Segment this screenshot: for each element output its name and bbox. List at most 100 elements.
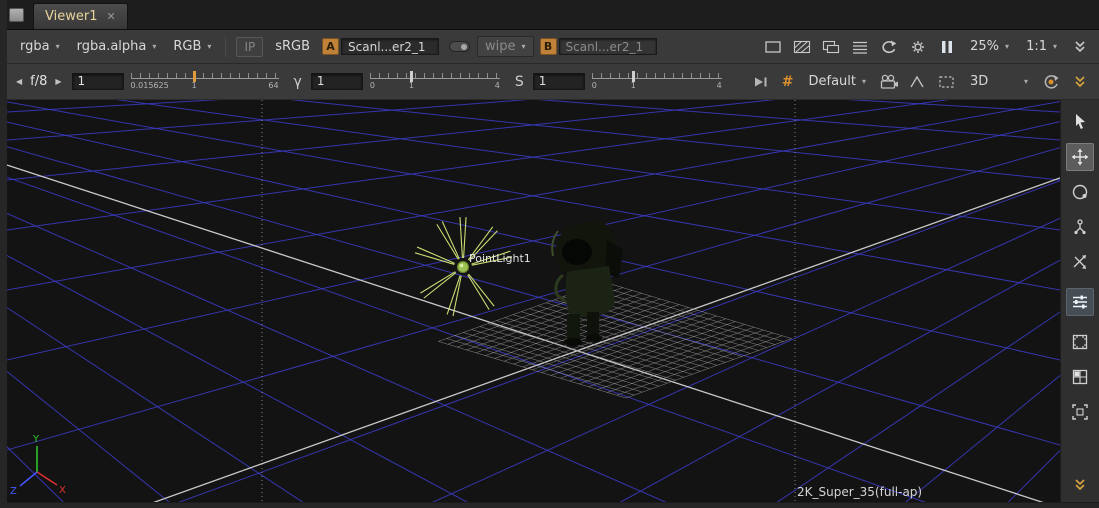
3d-viewport[interactable]: PointLight1 Y — [7, 100, 1060, 502]
curve-icon — [908, 73, 928, 91]
a-input-group: A Scanl...er2_1 — [322, 38, 439, 55]
slider-track — [370, 78, 500, 79]
diagonal-stripes-icon — [792, 38, 812, 56]
slider-track — [592, 78, 722, 79]
viewer-colorspace-button[interactable]: sRGB — [269, 39, 316, 54]
rotate-tool-button[interactable] — [1066, 178, 1094, 206]
roi-frame-button[interactable] — [1066, 328, 1094, 356]
close-icon[interactable]: ✕ — [106, 10, 115, 23]
roi-frame-icon — [1070, 332, 1090, 352]
tab-viewer1[interactable]: Viewer1 ✕ — [33, 3, 128, 29]
translate-tool-button[interactable] — [1066, 143, 1094, 171]
stack-mode-button[interactable] — [847, 35, 873, 59]
axis-z-label: Z — [10, 486, 17, 497]
input-process-button[interactable]: IP — [236, 37, 263, 57]
guides-label: Default — [808, 74, 856, 89]
refresh-icon — [879, 38, 899, 56]
view-mode-label: 3D — [970, 74, 988, 89]
mask-overlay-button[interactable] — [760, 35, 786, 59]
saturation-slider[interactable]: 0 1 4 — [592, 69, 722, 95]
channels-dropdown[interactable]: rgba ▾ — [13, 36, 67, 57]
tick-label: 0 — [592, 81, 597, 90]
tab-title: Viewer1 — [45, 9, 97, 24]
pause-button[interactable] — [934, 35, 960, 59]
collapse-row-button[interactable] — [1067, 70, 1093, 94]
ground-mesh — [438, 282, 791, 398]
axis-gizmo: Y X Z — [10, 434, 66, 497]
point-light-label[interactable]: PointLight1 — [469, 252, 531, 265]
point-light-gizmo[interactable] — [458, 262, 469, 273]
tick-label: 1 — [631, 81, 636, 90]
display-settings-button[interactable] — [1066, 288, 1094, 316]
fstop-decrease-icon[interactable]: ◀ — [13, 77, 25, 86]
pixel-aspect-label: 1:1 — [1026, 39, 1047, 54]
stripes-overlay-button[interactable] — [789, 35, 815, 59]
frame-all-button[interactable] — [1066, 398, 1094, 426]
fstop-increase-icon[interactable]: ▶ — [52, 77, 64, 86]
a-input-badge[interactable]: A — [322, 38, 339, 55]
double-chevron-down-icon — [1072, 74, 1088, 90]
ab-swap-toggle-icon[interactable] — [449, 41, 470, 52]
saturation-label: S — [515, 74, 524, 90]
tick-label: 0 — [370, 81, 375, 90]
chevron-down-icon: ▾ — [862, 77, 866, 86]
gamma-input[interactable]: 1 — [311, 73, 363, 90]
cursor-icon — [1070, 112, 1090, 132]
wipe-dropdown[interactable]: wipe ▾ — [477, 36, 534, 57]
quad-view-icon — [1070, 367, 1090, 387]
select-tool-button[interactable] — [1066, 108, 1094, 136]
marquee-select-button[interactable] — [934, 70, 960, 94]
gain-input[interactable]: 1 — [72, 73, 124, 90]
gear-icon — [908, 38, 928, 56]
expand-tool-button[interactable] — [1066, 248, 1094, 276]
monitor-icon — [821, 38, 841, 56]
refresh-button[interactable] — [876, 35, 902, 59]
play-bar-icon — [751, 73, 771, 91]
wipe-label: wipe — [485, 39, 516, 54]
frame-corners-icon — [1070, 402, 1090, 422]
gain-slider[interactable]: 0.015625 1 64 — [131, 69, 279, 95]
tick-label: 4 — [717, 81, 722, 90]
axis-y-label: Y — [32, 434, 40, 445]
sliders-icon — [1070, 292, 1090, 312]
step-forward-button[interactable] — [748, 70, 774, 94]
collapse-toolbar-button[interactable] — [1067, 35, 1093, 59]
zoom-dropdown[interactable]: 25% ▾ — [963, 36, 1016, 57]
pixel-aspect-dropdown[interactable]: 1:1 ▾ — [1019, 36, 1064, 57]
saturation-input[interactable]: 1 — [533, 73, 585, 90]
hierarchy-tool-button[interactable] — [1066, 213, 1094, 241]
collapse-panel-button[interactable] — [1072, 477, 1088, 497]
split-view-button[interactable] — [1066, 363, 1094, 391]
marquee-icon — [937, 73, 957, 91]
viewer-toolbar-exposure: ◀ f/8 ▶ 1 0.015625 1 64 γ 1 0 1 4 S 1 0 — [7, 64, 1099, 100]
b-input-value[interactable]: Scanl...er2_1 — [559, 38, 657, 55]
colorspace-cycle-button[interactable] — [1038, 70, 1064, 94]
display-channel-dropdown[interactable]: RGB ▾ — [166, 36, 218, 57]
camera-lock-button[interactable] — [876, 70, 902, 94]
a-input-value[interactable]: Scanl...er2_1 — [341, 38, 439, 55]
gamma-slider[interactable]: 0 1 4 — [370, 69, 500, 95]
panel-menu-icon[interactable] — [9, 8, 24, 22]
rectangle-icon — [763, 38, 783, 56]
settings-button[interactable] — [905, 35, 931, 59]
monitor-output-button[interactable] — [818, 35, 844, 59]
double-chevron-down-icon — [1072, 39, 1088, 55]
joint-icon — [1070, 217, 1090, 237]
fstop-label[interactable]: f/8 — [30, 74, 47, 89]
character-model[interactable] — [552, 221, 623, 346]
toggle-knob — [461, 44, 468, 51]
viewport-canvas: PointLight1 Y — [7, 100, 1060, 502]
chevron-down-icon: ▾ — [1053, 42, 1057, 51]
b-input-badge[interactable]: B — [540, 38, 557, 55]
grid-hash-icon[interactable]: # — [777, 74, 799, 90]
window-frame-bottom — [7, 502, 1099, 508]
cross-arrows-icon — [1070, 252, 1090, 272]
nuke-viewer-window: Viewer1 ✕ rgba ▾ rgba.alpha ▾ RGB ▾ IP s… — [0, 0, 1099, 508]
rotate-icon — [1070, 182, 1090, 202]
view-mode-dropdown[interactable]: 3D ▾ — [963, 71, 1035, 92]
guides-dropdown[interactable]: Default ▾ — [801, 71, 873, 92]
layer-dropdown[interactable]: rgba.alpha ▾ — [70, 36, 164, 57]
chevron-down-icon: ▾ — [522, 42, 526, 51]
display-channel-label: RGB — [173, 39, 201, 54]
curve-overlay-button[interactable] — [905, 70, 931, 94]
